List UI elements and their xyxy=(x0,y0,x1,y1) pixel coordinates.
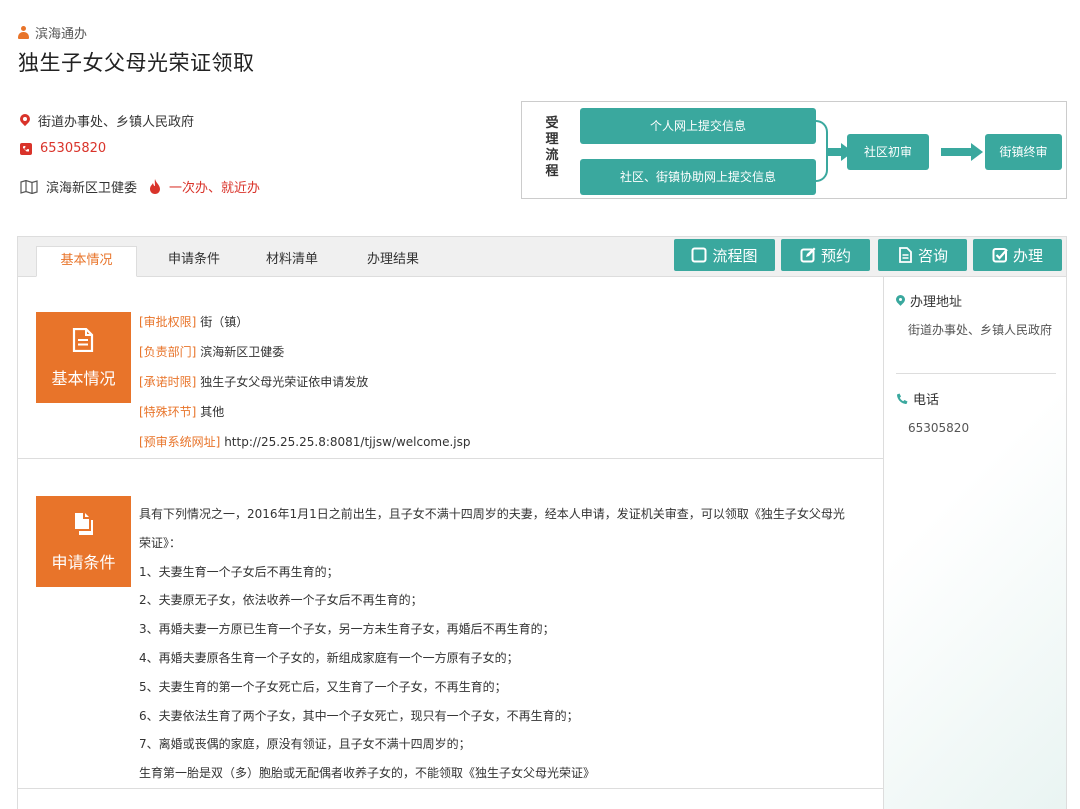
square-icon xyxy=(691,247,707,263)
phone-value: 65305820 xyxy=(908,421,970,435)
tab-conditions[interactable]: 申请条件 xyxy=(151,246,237,277)
page-title: 独生子女父母光荣证领取 xyxy=(18,51,255,75)
apply-button[interactable]: 办理 xyxy=(973,239,1062,271)
condition-line: 4、再婚夫妻原各生育一个子女的，新组成家庭有一个一方原有子女的； xyxy=(139,650,519,665)
info-department: 滨海新区卫健委 一次办、就近办 xyxy=(20,177,260,196)
info-location: 街道办事处、乡镇人民政府 xyxy=(20,111,194,130)
tab-bar: 基本情况 申请条件 材料清单 办理结果 流程图 预约 咨询 办理 xyxy=(18,237,1066,277)
flowchart-button[interactable]: 流程图 xyxy=(674,239,775,271)
basic-info-section: 基本情况 [审批权限] 街（镇） [负责部门] 滨海新区卫健委 [承诺时限] 独… xyxy=(18,277,884,459)
flowchart-label: 流程图 xyxy=(712,246,758,265)
basic-info-badge-label: 基本情况 xyxy=(51,369,116,388)
checkbox-icon xyxy=(992,248,1008,263)
user-icon xyxy=(18,26,29,39)
phone-icon xyxy=(20,142,32,155)
condition-line: 1、夫妻生育一个子女后不再生育的； xyxy=(139,564,339,579)
info-row: [审批权限] 街（镇） xyxy=(139,315,249,329)
copy-icon xyxy=(75,513,93,535)
location-pin-icon xyxy=(20,114,30,128)
phone-block: 电话 65305820 xyxy=(896,389,1056,438)
flow-step-final-review: 街镇终审 xyxy=(985,134,1062,170)
map-icon xyxy=(20,179,38,194)
phone-icon xyxy=(897,393,908,404)
side-divider xyxy=(896,373,1056,374)
tab-materials[interactable]: 材料清单 xyxy=(252,246,332,277)
flow-label: 受理流程 xyxy=(545,116,559,179)
flame-icon xyxy=(150,179,161,194)
address-block: 办理地址 街道办事处、乡镇人民政府 xyxy=(896,291,1056,340)
flow-step-community-review: 社区初审 xyxy=(847,134,929,170)
condition-line: 6、夫妻依法生育了两个子女，其中一个子女死亡，现只有一个子女，不再生育的； xyxy=(139,708,579,723)
basic-info-badge: 基本情况 xyxy=(36,312,131,403)
condition-line: 3、再婚夫妻一方原已生育一个子女，另一方未生育子女，再婚后不再生育的； xyxy=(139,622,555,637)
detail-panel: 基本情况 申请条件 材料清单 办理结果 流程图 预约 咨询 办理 基本情况 [审… xyxy=(17,236,1067,809)
info-row: [负责部门] 滨海新区卫健委 xyxy=(139,345,285,359)
basic-info-list: [审批权限] 街（镇） [负责部门] 滨海新区卫健委 [承诺时限] 独生子女父母… xyxy=(139,313,471,463)
brand-name: 滨海通办 xyxy=(35,27,88,42)
consult-label: 咨询 xyxy=(917,246,948,265)
location-pin-icon xyxy=(896,295,905,307)
condition-line: 具有下列情况之一，2016年1月1日之前出生，且子女不满十四周岁的夫妻，经本人申… xyxy=(139,507,845,521)
consult-button[interactable]: 咨询 xyxy=(878,239,967,271)
process-flow: 受理流程 个人网上提交信息 社区、街镇协助网上提交信息 社区初审 街镇终审 xyxy=(521,101,1067,199)
address-value: 街道办事处、乡镇人民政府 xyxy=(908,323,1053,337)
info-row: [特殊环节] 其他 xyxy=(139,405,225,419)
tab-results[interactable]: 办理结果 xyxy=(343,246,443,277)
document-icon xyxy=(899,247,912,263)
flow-step-personal: 个人网上提交信息 xyxy=(580,108,816,144)
address-title: 办理地址 xyxy=(896,291,1056,310)
conditions-text: 具有下列情况之一，2016年1月1日之前出生，且子女不满十四周岁的夫妻，经本人申… xyxy=(139,500,869,788)
phone-title: 电话 xyxy=(896,389,1056,408)
edit-icon xyxy=(800,247,816,263)
location-text: 街道办事处、乡镇人民政府 xyxy=(38,115,195,130)
department-text: 滨海新区卫健委 xyxy=(46,181,138,196)
conditions-badge: 申请条件 xyxy=(36,496,131,587)
apply-label: 办理 xyxy=(1012,246,1043,265)
brand-bar: 滨海通办 xyxy=(18,23,87,42)
condition-line: 5、夫妻生育的第一个子女死亡后，又生育了一个子女，不再生育的； xyxy=(139,679,507,694)
file-text-icon xyxy=(72,328,94,352)
conditions-section: 申请条件 具有下列情况之一，2016年1月1日之前出生，且子女不满十四周岁的夫妻… xyxy=(18,459,884,789)
info-row: [承诺时限] 独生子女父母光荣证依申请发放 xyxy=(139,375,369,389)
condition-line: 荣证》： xyxy=(139,535,182,550)
content-area: 基本情况 [审批权限] 街（镇） [负责部门] 滨海新区卫健委 [承诺时限] 独… xyxy=(18,277,884,809)
side-panel: 办理地址 街道办事处、乡镇人民政府 电话 65305820 xyxy=(884,277,1066,809)
condition-line: 7、离婚或丧偶的家庭，原没有领证，且子女不满十四周岁的； xyxy=(139,737,471,752)
info-phone: 65305820 xyxy=(20,141,106,156)
appointment-label: 预约 xyxy=(820,246,851,265)
flow-step-assisted: 社区、街镇协助网上提交信息 xyxy=(580,159,816,195)
service-tag: 一次办、就近办 xyxy=(169,181,261,196)
phone-text: 65305820 xyxy=(40,141,107,156)
conditions-badge-label: 申请条件 xyxy=(51,553,116,572)
tab-basic-info[interactable]: 基本情况 xyxy=(36,246,137,277)
appointment-button[interactable]: 预约 xyxy=(781,239,870,271)
flow-arrow-icon xyxy=(941,143,983,161)
condition-line: 2、夫妻原无子女，依法收养一个子女后不再生育的； xyxy=(139,593,423,608)
condition-line: 生育第一胎是双（多）胞胎或无配偶者收养子女的，不能领取《独生子女父母光荣证》 xyxy=(139,766,596,781)
